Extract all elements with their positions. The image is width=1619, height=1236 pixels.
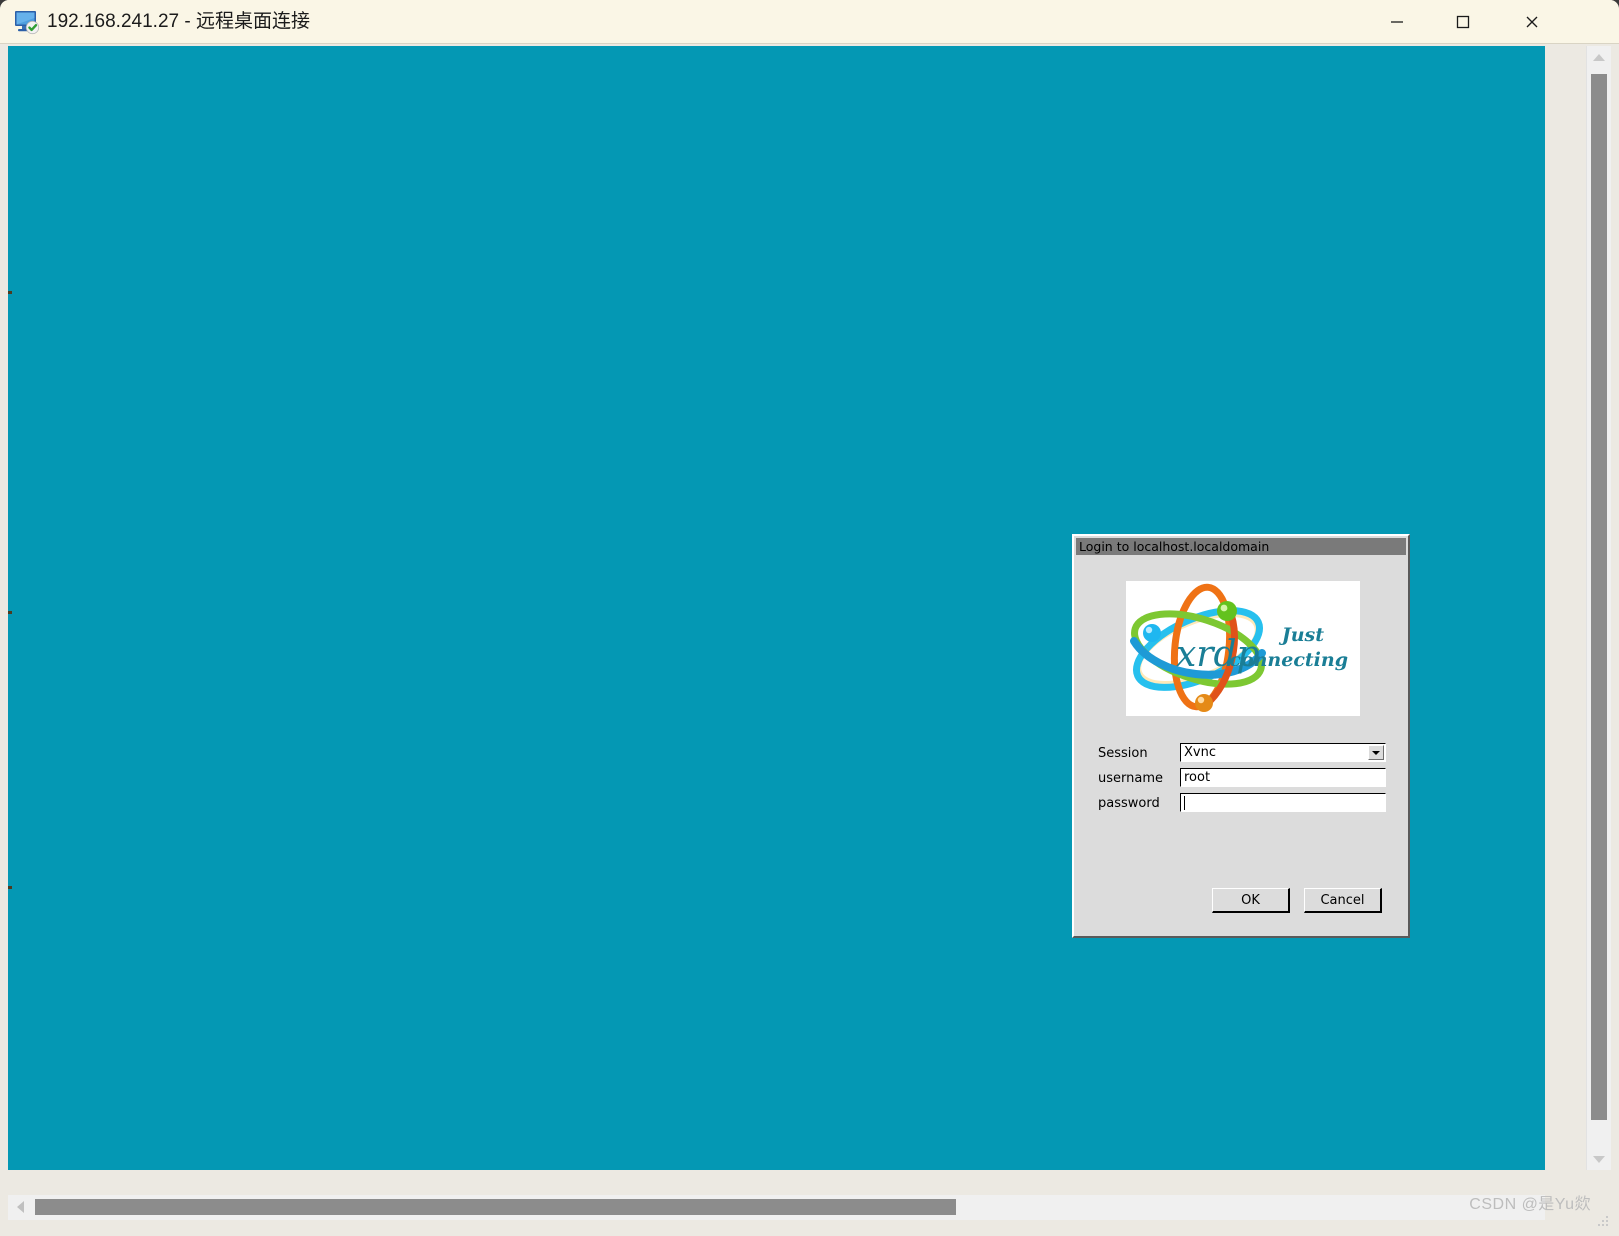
session-value: Xvnc [1184, 745, 1216, 760]
maximize-button[interactable] [1432, 0, 1494, 43]
cancel-button[interactable]: Cancel [1304, 888, 1382, 913]
horizontal-scrollbar[interactable] [8, 1195, 1545, 1220]
svg-text:connecting: connecting [1229, 649, 1348, 671]
scroll-left-arrow-icon[interactable] [8, 1195, 32, 1219]
window-title: 192.168.241.27 - 远程桌面连接 [47, 11, 310, 32]
canvas-artifact [8, 291, 12, 294]
username-label: username [1098, 771, 1163, 786]
svg-text:Just: Just [1279, 624, 1325, 646]
xrdp-logo: xrdp Just connecting [1126, 581, 1360, 716]
vertical-scrollbar[interactable] [1586, 46, 1611, 1170]
vertical-scrollbar-thumb[interactable] [1591, 74, 1607, 1120]
remote-desktop-canvas[interactable]: Login to localhost.localdomain xrdp Just… [8, 46, 1545, 1170]
remote-desktop-icon [13, 9, 41, 35]
horizontal-scrollbar-thumb[interactable] [35, 1199, 956, 1215]
username-input[interactable]: root [1180, 768, 1386, 787]
minimize-button[interactable] [1366, 0, 1428, 43]
remote-desktop-window: 192.168.241.27 - 远程桌面连接 Login to localho… [0, 0, 1619, 1236]
text-cursor [1184, 796, 1185, 810]
password-input[interactable] [1180, 793, 1386, 812]
form-row-password: password [1074, 793, 1412, 815]
window-titlebar: 192.168.241.27 - 远程桌面连接 [0, 0, 1619, 44]
canvas-artifact [8, 886, 12, 889]
resize-grip[interactable] [1598, 1216, 1610, 1228]
ok-button[interactable]: OK [1212, 888, 1290, 913]
remote-session-area: Login to localhost.localdomain xrdp Just… [0, 44, 1619, 1236]
canvas-artifact [8, 611, 12, 614]
csdn-watermark: CSDN @是Yu欻 [1469, 1196, 1591, 1213]
form-row-username: username root [1074, 768, 1412, 790]
dialog-titlebar: Login to localhost.localdomain [1076, 538, 1406, 555]
scroll-up-arrow-icon[interactable] [1587, 46, 1611, 68]
xrdp-login-dialog: Login to localhost.localdomain xrdp Just… [1072, 534, 1410, 938]
username-value: root [1184, 770, 1211, 785]
scroll-down-arrow-icon[interactable] [1587, 1148, 1611, 1170]
password-label: password [1098, 796, 1160, 811]
session-label: Session [1098, 746, 1148, 761]
form-row-session: Session Xvnc [1074, 743, 1412, 765]
session-combobox[interactable]: Xvnc [1180, 743, 1386, 762]
dialog-title: Login to localhost.localdomain [1079, 539, 1270, 554]
close-button[interactable] [1501, 0, 1563, 43]
chevron-down-icon[interactable] [1368, 745, 1384, 760]
